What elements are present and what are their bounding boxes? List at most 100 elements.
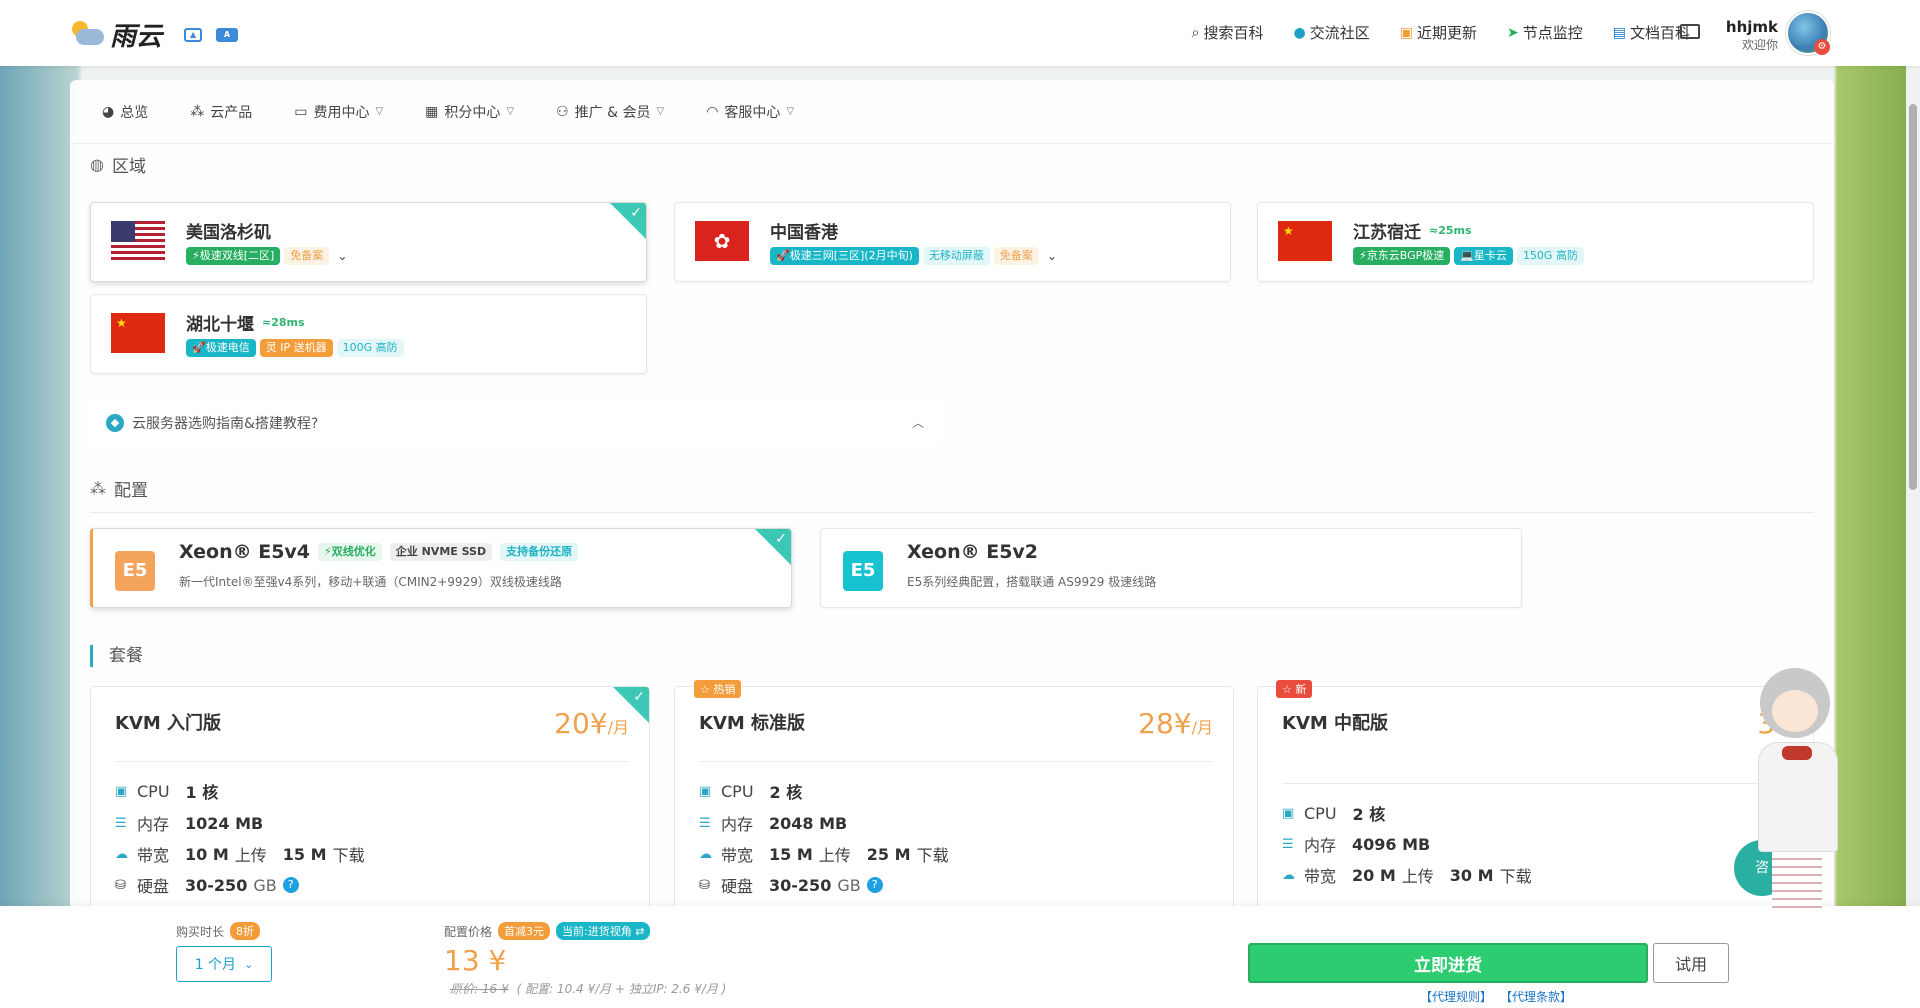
duration-label: 购买时长 8折 [176,922,261,940]
memory-icon: ☰ [699,815,711,831]
spec-disk: ⛁ 硬盘 30-250 GB? [115,873,299,897]
avatar[interactable]: ⚙ [1786,11,1830,55]
duration-select[interactable]: 1 个月 ⌄ [176,946,272,982]
price-tag: 首减3元 [498,922,551,940]
cpu-icon: ▣ [115,783,128,799]
region-name: 湖北十堰 [186,315,254,335]
sub-navbar: ◕ 总览 ⁂ 云产品 ▭ 费用中心 ▽ ▦ 积分中心 ▽ ⚇ 推广 & 会员 ▽ ◠ 客服中心 ▽ [70,80,1834,144]
check-icon: ✓ [775,531,787,547]
plan-price: 28¥/月 [1138,707,1213,740]
config-card-e5v4[interactable]: E5 Xeon® E5v4 ⚡双线优化 企业 NVME SSD 支持备份还原 新… [90,528,792,608]
spec-bandwidth: ☁ 带宽 20 M 上传 30 M 下载 [1282,865,1532,887]
config-tag: 支持备份还原 [500,543,579,561]
nav-docs[interactable]: ▤ 文档百科 [1613,22,1690,43]
spec-disk: ⛁ 硬盘 30-250 GB? [699,873,883,897]
buying-guide-toggle[interactable]: ◆ 云服务器选购指南&搭建教程? ︿ [90,402,940,444]
view-switch-tag[interactable]: 当前:进货视角 ⇄ [556,922,651,940]
subnav-points[interactable]: ▦ 积分中心 ▽ [425,102,514,122]
mascot-character[interactable] [1752,668,1844,908]
hk-flag-icon: ✿ [695,221,749,261]
order-bar: 购买时长 8折 1 个月 ⌄ 配置价格 首减3元 当前:进货视角 ⇄ 13 ¥ … [0,906,1920,1008]
image-icon[interactable]: ▲ [184,27,203,42]
check-icon: ✓ [630,205,642,221]
chevron-down-icon[interactable]: ⌄ [1047,249,1057,263]
nav-community[interactable]: ● 交流社区 [1294,22,1370,43]
package-title: 套餐 [90,645,143,667]
subnav-promotion[interactable]: ⚇ 推广 & 会员 ▽ [556,102,664,122]
config-tag: ⚡双线优化 [318,543,382,561]
trial-button[interactable]: 试用 [1653,943,1729,983]
config-tag: 企业 NVME SSD [389,543,493,561]
divider [115,761,629,762]
nav-monitor[interactable]: ➤ 节点监控 [1507,22,1583,43]
search-icon: ⌕ [1191,24,1200,41]
plan-card-mid[interactable]: KVM 中配版 38 ▣CPU2 核 ☰内存4096 MB ☁带宽20 M上传3… [1257,686,1814,936]
region-tag: 100G 高防 [336,339,404,357]
spec-memory: ☰ 内存 1024 MB [115,813,264,835]
top-navbar: 雨云 ▲ A ⌕ 搜索百科 ● 交流社区 ▣ 近期更新 ➤ 节点监控 ▤ 文档百科 hhj… [0,0,1920,66]
subnav-billing[interactable]: ▭ 费用中心 ▽ [294,102,383,122]
scrollbar[interactable] [1906,66,1920,906]
nav-search[interactable]: ⌕ 搜索百科 [1192,22,1264,43]
info-drop-icon: ◆ [106,414,124,432]
config-title: ⁂ 配置 [90,479,148,501]
plan-card-standard[interactable]: KVM 标准版 28¥/月 ▣ CPU 2 核 ☰ 内存 2048 MB ☁ 带宽 15 M… [674,686,1234,936]
cpu-icon: ▣ [699,783,712,799]
users-icon: ⚇ [556,103,569,120]
ping-value: ≈25ms [1429,224,1472,237]
region-card-los-angeles[interactable]: 美国洛杉矶 ⚡极速双线[二区] 免备案 ⌄ ✓ [90,202,647,282]
billing-icon: ▭ [294,103,308,120]
ping-value: ≈28ms [262,316,305,329]
region-name: 美国洛杉矶 [186,223,271,243]
region-card-jiangsu[interactable]: ★ 江苏宿迁 ≈25ms ⚡京东云BGP极速 💻星卡云 150G 高防 [1257,202,1814,282]
plan-card-entry[interactable]: KVM 入门版 20¥/月 ▣ CPU 1 核 ☰ 内存 1024 MB ☁ 带宽 10 M… [90,686,650,936]
region-tag: 150G 高防 [1516,247,1584,265]
divider [90,512,1814,513]
discount-badge: 8折 [230,922,261,940]
cn-flag-icon: ★ [1278,221,1332,261]
user-greeting: 欢迎你 [1741,38,1778,52]
region-name: 中国香港 [770,223,838,243]
user-info[interactable]: hhjmk 欢迎你 [1726,18,1778,53]
subnav-cloud-products[interactable]: ⁂ 云产品 [190,102,252,122]
chevron-down-icon[interactable]: ⌄ [337,249,347,263]
top-nav-links: ⌕ 搜索百科 ● 交流社区 ▣ 近期更新 ➤ 节点监控 ▤ 文档百科 [1192,22,1690,43]
spec-memory: ☰ 内存 2048 MB [699,813,848,835]
subnav-overview[interactable]: ◕ 总览 [102,102,148,122]
region-tag: 免备案 [993,247,1039,265]
hot-ribbon: ☆ 热销 [694,680,742,698]
region-card-hong-kong[interactable]: ✿ 中国香港 🚀极速三网[三区](2月中旬) 无移动屏蔽 免备案 ⌄ [674,202,1231,282]
monitor-icon: ➤ [1507,24,1519,41]
agent-terms-link[interactable]: 【代理条款】 [1500,988,1572,1005]
agent-rules-link[interactable]: 【代理规则】 [1420,988,1492,1005]
chevron-down-icon: ▽ [375,106,384,117]
region-tag: 💻星卡云 [1454,247,1513,265]
config-card-e5v2[interactable]: E5 Xeon® E5v2 E5系列经典配置，搭载联通 AS9929 极速线路 [820,528,1522,608]
scrollbar-thumb[interactable] [1909,104,1917,490]
buy-now-button[interactable]: 立即进货 [1248,943,1648,983]
gift-icon: ▦ [425,103,439,120]
update-icon: ▣ [1399,24,1413,41]
region-card-hubei[interactable]: ★ 湖北十堰 ≈28ms 🚀极速电信 灵 IP 送机器 100G 高防 [90,294,647,374]
mail-icon[interactable] [1680,24,1700,39]
region-tag: ⚡京东云BGP极速 [1353,247,1451,265]
user-name: hhjmk [1725,18,1778,36]
check-icon: ✓ [633,689,645,705]
help-icon[interactable]: ? [866,877,883,893]
globe-icon: ◍ [90,155,104,174]
translate-icon[interactable]: A [216,27,239,42]
price-label: 配置价格 首减3元 当前:进货视角 ⇄ [444,922,651,940]
logo[interactable]: 雨云 ▲ A [68,16,239,53]
cloud-products-icon: ⁂ [190,103,205,120]
region-tag: 无移动屏蔽 [922,247,990,265]
agreement-links: 【代理规则】 【代理条款】 [1420,988,1572,1005]
memory-icon: ☰ [115,815,127,831]
spec-bandwidth: ☁ 带宽 15 M 上传 25 M 下载 [699,844,949,866]
region-tag: ⚡极速双线[二区] [186,247,281,265]
region-tag: 灵 IP 送机器 [259,339,333,357]
nav-updates[interactable]: ▣ 近期更新 [1400,22,1477,43]
help-icon[interactable]: ? [282,877,299,893]
subnav-support[interactable]: ◠ 客服中心 ▽ [706,102,794,122]
spec-cpu: ▣ CPU 1 核 [115,781,219,803]
plan-name: KVM 标准版 [699,713,806,734]
